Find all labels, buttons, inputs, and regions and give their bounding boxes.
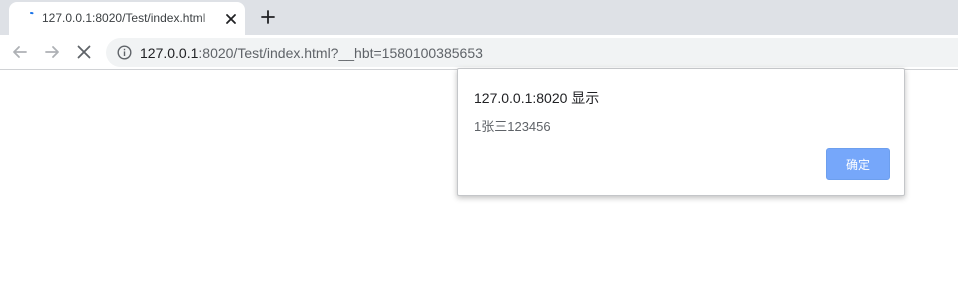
alert-message: 1张三123456: [474, 119, 551, 134]
address-url: 127.0.0.1:8020/Test/index.html?__hbt=158…: [140, 45, 483, 61]
tab-strip: 127.0.0.1:8020/Test/index.html: [0, 0, 958, 35]
url-host: 127.0.0.1: [140, 45, 199, 61]
alert-dialog: 127.0.0.1:8020 显示 1张三123456 确定: [457, 68, 905, 196]
browser-toolbar: 127.0.0.1:8020/Test/index.html?__hbt=158…: [0, 35, 958, 70]
back-arrow-icon[interactable]: [11, 43, 29, 61]
address-bar[interactable]: 127.0.0.1:8020/Test/index.html?__hbt=158…: [106, 38, 958, 67]
browser-tab[interactable]: 127.0.0.1:8020/Test/index.html: [9, 2, 245, 35]
info-icon[interactable]: [117, 45, 132, 60]
alert-title: 127.0.0.1:8020 显示: [474, 90, 600, 106]
forward-arrow-icon[interactable]: [43, 43, 61, 61]
loading-spinner-icon: [25, 12, 37, 24]
plus-icon[interactable]: [259, 8, 277, 26]
stop-icon[interactable]: [75, 43, 93, 61]
url-path: :8020/Test/index.html?__hbt=158010038565…: [198, 45, 483, 61]
ok-button[interactable]: 确定: [826, 148, 890, 180]
close-icon[interactable]: [223, 11, 239, 27]
tab-title: 127.0.0.1:8020/Test/index.html: [42, 11, 206, 25]
